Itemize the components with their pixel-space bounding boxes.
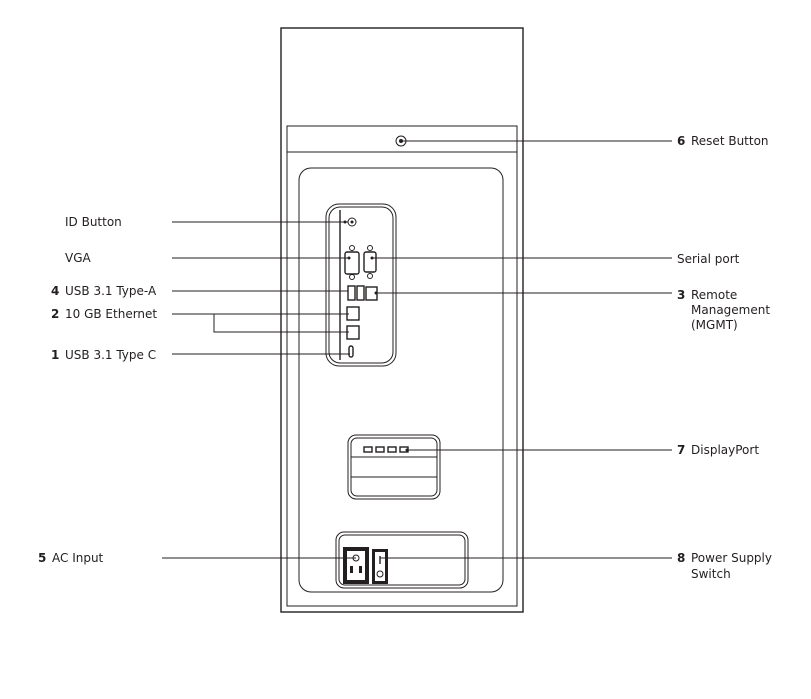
- label-id-button: ID Button: [65, 215, 122, 229]
- svg-text:4: 4: [51, 284, 59, 298]
- svg-text:USB 3.1 Type-A: USB 3.1 Type-A: [65, 284, 157, 298]
- label-vga: VGA: [65, 251, 92, 265]
- label-reset-button: 6 Reset Button: [677, 134, 769, 148]
- svg-text:1: 1: [51, 348, 59, 362]
- label-ethernet: 2 10 GB Ethernet: [51, 307, 157, 321]
- label-usb-type-c: 1 USB 3.1 Type C: [51, 348, 156, 362]
- id-button-port: [347, 217, 357, 227]
- svg-text:7: 7: [677, 443, 685, 457]
- svg-text:ID Button: ID Button: [65, 215, 122, 229]
- label-displayport: 7 DisplayPort: [677, 443, 759, 457]
- usb-a-ports: [347, 285, 365, 301]
- label-serial-port: Serial port: [677, 252, 740, 266]
- svg-text:Switch: Switch: [691, 567, 731, 581]
- vga-port: [344, 245, 360, 280]
- svg-text:USB 3.1 Type C: USB 3.1 Type C: [65, 348, 156, 362]
- svg-text:3: 3: [677, 288, 685, 302]
- svg-text:DisplayPort: DisplayPort: [691, 443, 759, 457]
- svg-text:Management: Management: [691, 303, 770, 317]
- svg-text:8: 8: [677, 551, 685, 565]
- io-panel: [325, 203, 397, 367]
- serial-port-shape: [363, 245, 377, 279]
- label-power-supply-switch: 8 Power Supply Switch: [677, 551, 772, 581]
- chassis: [280, 27, 524, 613]
- usb-c-port: [348, 345, 354, 358]
- label-ac-input: 5 AC Input: [38, 551, 104, 565]
- psu: [335, 531, 469, 589]
- leader-lines: [162, 139, 672, 559]
- svg-text:10 GB Ethernet: 10 GB Ethernet: [65, 307, 157, 321]
- svg-text:VGA: VGA: [65, 251, 92, 265]
- label-remote-management: 3 Remote Management (MGMT): [677, 288, 770, 332]
- svg-text:6: 6: [677, 134, 685, 148]
- svg-text:(MGMT): (MGMT): [691, 318, 738, 332]
- svg-text:Reset Button: Reset Button: [691, 134, 769, 148]
- rear-panel-diagram: 6 Reset Button ID Button VGA Serial port…: [38, 27, 772, 613]
- label-usb-type-a: 4 USB 3.1 Type-A: [51, 284, 157, 298]
- svg-text:5: 5: [38, 551, 46, 565]
- svg-text:Remote: Remote: [691, 288, 737, 302]
- svg-text:2: 2: [51, 307, 59, 321]
- svg-text:Power Supply: Power Supply: [691, 551, 772, 565]
- svg-text:AC Input: AC Input: [52, 551, 104, 565]
- svg-text:Serial port: Serial port: [677, 252, 740, 266]
- gpu-slots: [347, 434, 441, 500]
